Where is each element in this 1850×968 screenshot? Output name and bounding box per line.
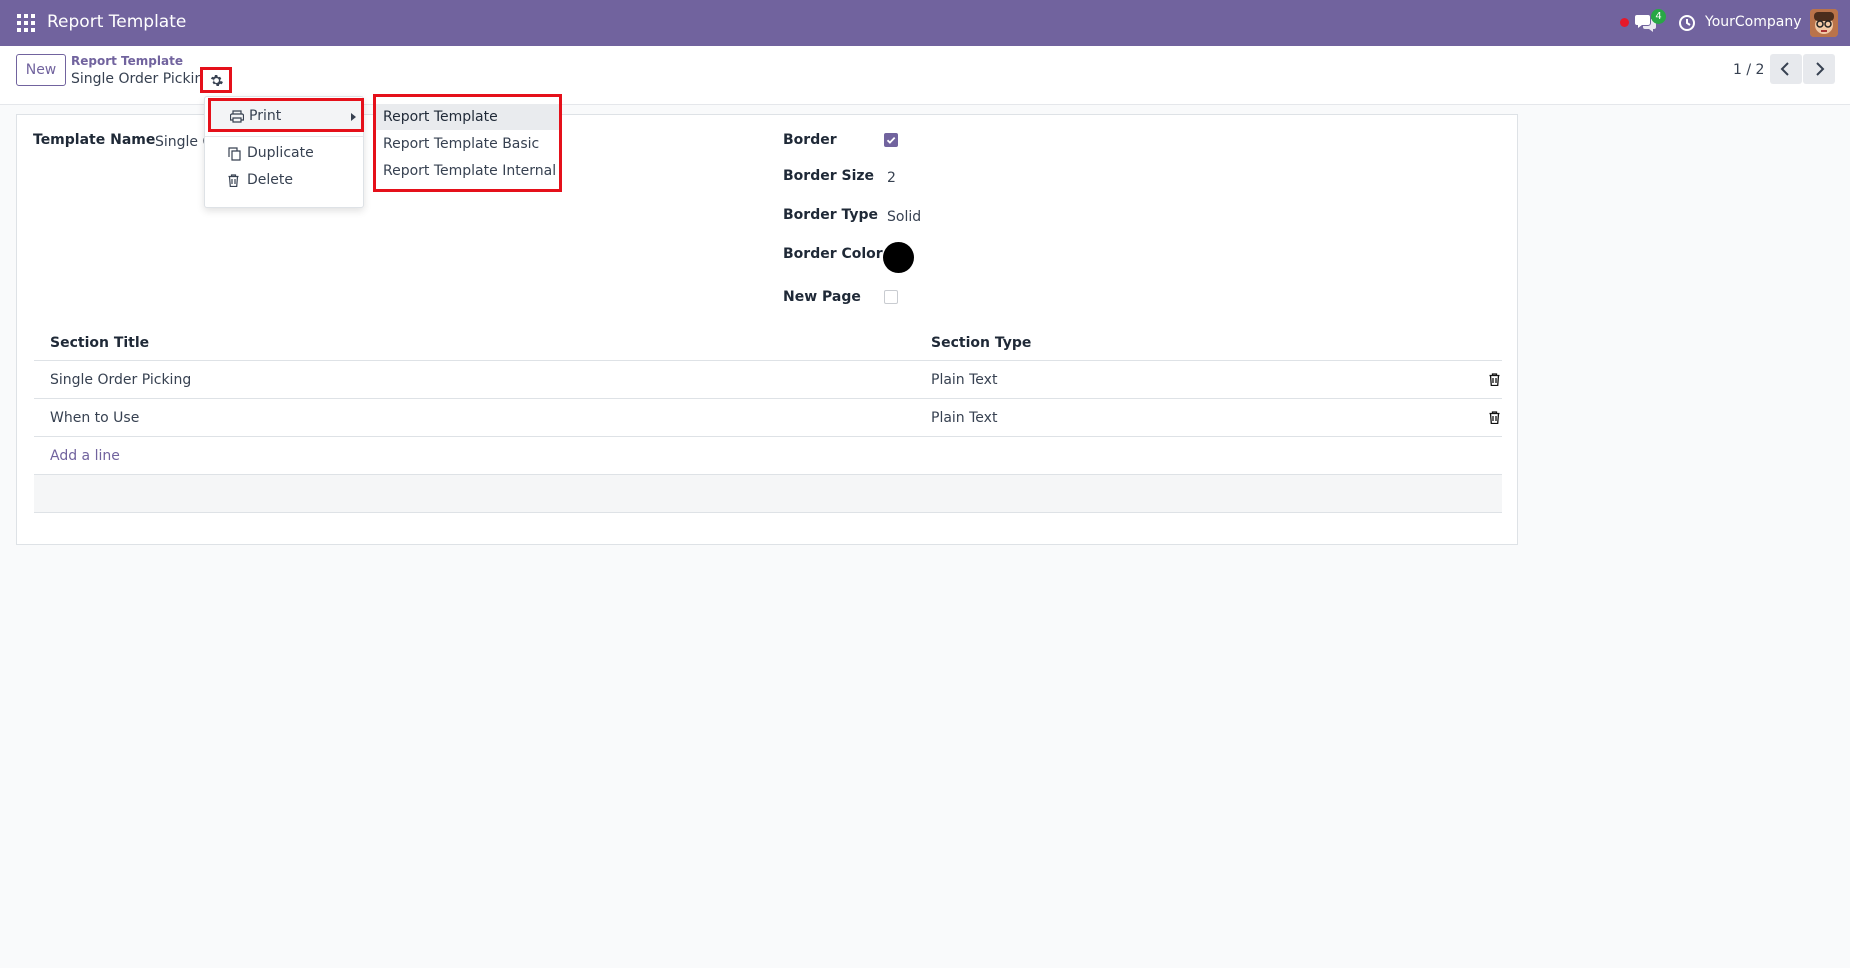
report-template-internal-option[interactable]: Report Template Internal (376, 158, 559, 184)
duplicate-label: Duplicate (247, 145, 314, 161)
add-line-row: Add a line (34, 437, 1502, 475)
copy-icon (228, 147, 241, 161)
breadcrumb-parent-link[interactable]: Report Template (71, 54, 183, 68)
delete-label: Delete (247, 172, 293, 188)
report-option-label: Report Template (383, 109, 498, 125)
pager-previous-button[interactable] (1770, 54, 1802, 84)
recording-indicator-icon (1620, 18, 1629, 27)
row-type: Plain Text (931, 410, 998, 426)
border-label: Border (783, 132, 837, 148)
pager-value[interactable]: 1 / 2 (1733, 62, 1764, 78)
list-footer (34, 475, 1502, 513)
menu-divider (205, 136, 363, 137)
top-navbar: Report Template 4 YourCompany (0, 0, 1850, 46)
border-checkbox[interactable] (884, 133, 898, 147)
report-template-basic-option[interactable]: Report Template Basic (376, 131, 559, 157)
gear-icon (210, 75, 223, 86)
chevron-left-icon (1780, 62, 1789, 76)
add-line-link[interactable]: Add a line (50, 448, 120, 464)
notification-badge: 4 (1651, 9, 1666, 24)
chevron-right-icon (1816, 62, 1825, 76)
row-title: Single Order Picking (50, 372, 192, 388)
actions-dropdown-menu: Print Duplicate Delete (204, 96, 364, 208)
row-type: Plain Text (931, 372, 998, 388)
border-type-label: Border Type (783, 207, 879, 223)
checkmark-icon (886, 136, 896, 144)
delete-menu-item[interactable]: Delete (205, 168, 363, 194)
row-title: When to Use (50, 410, 140, 426)
border-type-field[interactable]: Solid (887, 209, 921, 225)
report-template-option[interactable]: Report Template (376, 104, 559, 130)
company-switcher[interactable]: YourCompany (1705, 14, 1802, 30)
print-label: Print (249, 108, 282, 124)
print-submenu: Report Template Report Template Basic Re… (373, 94, 562, 192)
border-size-label: Border Size (783, 168, 875, 184)
activity-clock-icon[interactable] (1678, 14, 1696, 32)
printer-icon (230, 110, 244, 123)
breadcrumb-current: Single Order Picking (71, 71, 213, 87)
app-title[interactable]: Report Template (47, 12, 186, 32)
pager-next-button[interactable] (1803, 54, 1835, 84)
new-page-label: New Page (783, 289, 861, 305)
new-page-checkbox[interactable] (884, 290, 898, 304)
border-size-field[interactable]: 2 (887, 170, 896, 186)
trash-icon[interactable] (1489, 373, 1500, 386)
table-row[interactable]: Single Order Picking Plain Text (34, 361, 1502, 399)
col-section-title[interactable]: Section Title (50, 335, 149, 351)
table-row[interactable]: When to Use Plain Text (34, 399, 1502, 437)
report-option-label: Report Template Basic (383, 136, 540, 152)
border-color-swatch[interactable] (883, 242, 914, 273)
trash-icon[interactable] (1489, 411, 1500, 424)
caret-right-icon (351, 113, 356, 121)
actions-gear-button[interactable] (200, 67, 232, 93)
sections-list-header: Section Title Section Type (34, 324, 1502, 361)
new-button[interactable]: New (16, 54, 66, 86)
duplicate-menu-item[interactable]: Duplicate (205, 141, 363, 167)
trash-icon (228, 174, 239, 187)
col-section-type[interactable]: Section Type (931, 335, 1031, 351)
user-avatar[interactable] (1810, 9, 1838, 37)
border-color-label: Border Color (783, 246, 883, 262)
template-name-label: Template Name (33, 132, 156, 148)
apps-grid-icon[interactable] (17, 14, 35, 32)
print-menu-item[interactable]: Print (208, 98, 364, 132)
report-option-label: Report Template Internal (383, 163, 557, 179)
